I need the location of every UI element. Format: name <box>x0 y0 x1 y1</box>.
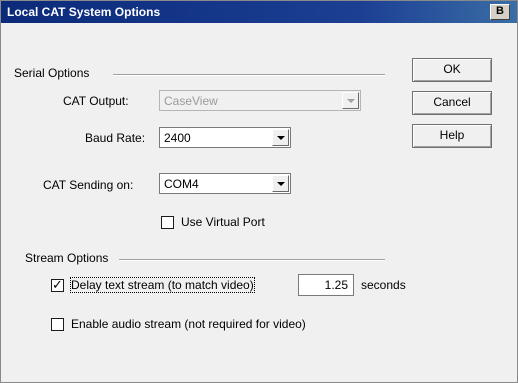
enable-audio-stream-label[interactable]: Enable audio stream (not required for vi… <box>71 317 306 331</box>
restore-button[interactable]: B <box>490 4 510 20</box>
cat-sending-value: COM4 <box>164 177 199 191</box>
restore-icon: B <box>496 5 504 17</box>
baud-rate-value: 2400 <box>164 131 191 145</box>
chevron-down-icon[interactable] <box>272 175 289 192</box>
cat-output-value: CaseView <box>164 94 218 108</box>
title-bar[interactable]: Local CAT System Options B <box>1 1 517 23</box>
baud-rate-label: Baud Rate: <box>85 131 146 145</box>
cat-output-label: CAT Output: <box>63 94 129 108</box>
ok-button[interactable]: OK <box>412 58 492 82</box>
baud-rate-select[interactable]: 2400 <box>159 127 291 148</box>
delay-seconds-value: 1.25 <box>324 278 348 292</box>
chevron-down-icon[interactable] <box>272 129 289 146</box>
chevron-down-icon <box>342 92 359 109</box>
serial-options-divider <box>113 74 385 76</box>
serial-options-group-label: Serial Options <box>14 66 90 80</box>
cancel-button[interactable]: Cancel <box>412 91 492 115</box>
checkmark-icon: ✓ <box>52 277 63 292</box>
window-title: Local CAT System Options <box>7 5 161 19</box>
stream-options-divider <box>119 259 385 261</box>
enable-audio-stream-checkbox[interactable] <box>51 318 64 331</box>
cat-sending-label: CAT Sending on: <box>43 178 134 192</box>
dialog-window: Local CAT System Options B Serial Option… <box>0 0 518 383</box>
cat-output-select: CaseView <box>159 90 361 111</box>
cat-sending-select[interactable]: COM4 <box>159 173 291 194</box>
delay-units-label: seconds <box>361 278 406 292</box>
use-virtual-port-label[interactable]: Use Virtual Port <box>181 215 265 229</box>
stream-options-group-label: Stream Options <box>25 251 109 265</box>
delay-text-stream-checkbox[interactable]: ✓ <box>51 277 64 292</box>
help-button[interactable]: Help <box>412 124 492 148</box>
delay-text-stream-label[interactable]: Delay text stream (to match video) <box>70 277 255 293</box>
use-virtual-port-checkbox[interactable] <box>161 216 174 229</box>
delay-seconds-input[interactable]: 1.25 <box>298 274 354 296</box>
